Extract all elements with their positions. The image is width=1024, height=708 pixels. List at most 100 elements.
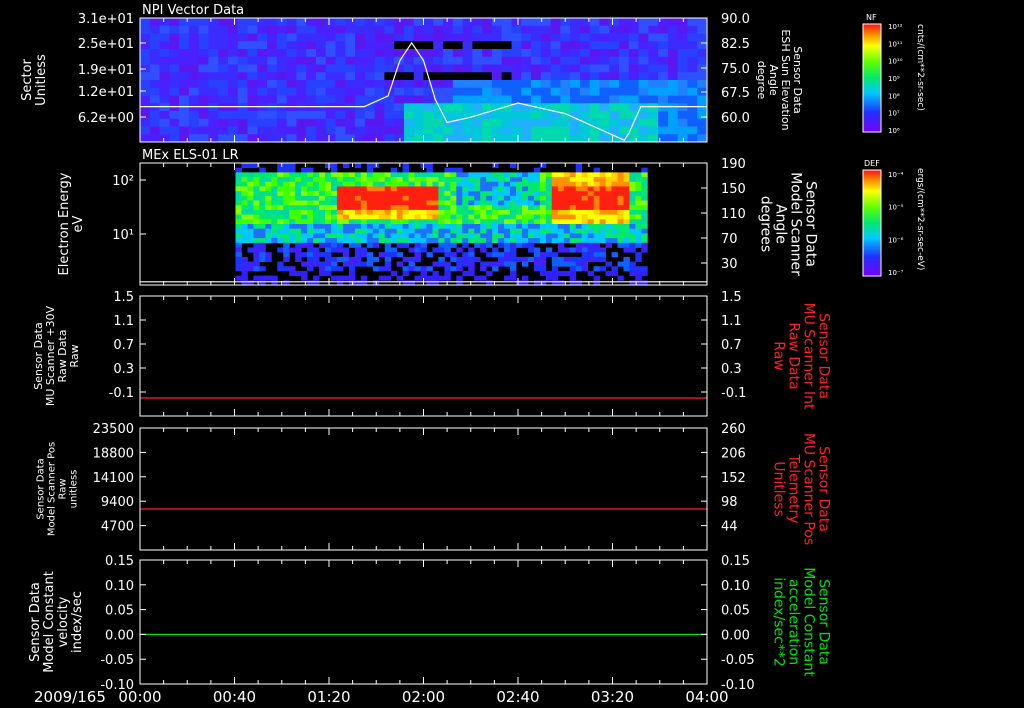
heat-cell	[423, 25, 434, 34]
heat-cell	[336, 191, 344, 197]
heat-cell	[550, 95, 561, 104]
heat-cell	[259, 224, 266, 230]
heat-cell	[486, 219, 493, 225]
heat-cell	[384, 118, 395, 127]
heat-cell	[450, 195, 457, 201]
heat-cell	[227, 126, 239, 135]
heat-cell	[492, 238, 499, 244]
heat-cell	[521, 111, 532, 120]
heat-cell	[276, 126, 288, 135]
heat-cell	[366, 261, 374, 267]
heat-cell	[277, 167, 284, 173]
heat-cell	[486, 191, 493, 197]
heat-cell	[510, 261, 517, 267]
heat-cell	[426, 186, 433, 192]
heat-cell	[390, 191, 398, 197]
heat-cell	[413, 33, 424, 42]
heat-cell	[414, 200, 421, 206]
heat-cell	[360, 209, 368, 216]
heat-cell	[227, 95, 239, 104]
x-tick-label: 02:00	[402, 688, 445, 706]
heat-cell	[296, 103, 307, 112]
heat-cell	[611, 219, 618, 225]
heat-cell	[539, 266, 547, 272]
heat-cell	[587, 195, 594, 201]
heat-cell	[235, 219, 242, 225]
heat-cell	[551, 209, 559, 216]
heat-cell	[159, 64, 170, 73]
heat-cell	[482, 49, 493, 58]
heat-cell	[366, 195, 374, 201]
heat-cell	[638, 95, 649, 104]
heat-cell	[390, 200, 398, 206]
y-tick-label-right: 98	[721, 495, 738, 510]
heat-cell	[378, 228, 386, 234]
heat-cell	[480, 261, 487, 267]
heat-cell	[286, 49, 297, 58]
y-tick-label-right: 75.0	[721, 62, 750, 77]
heat-cell	[531, 134, 542, 142]
heat-cell	[253, 177, 260, 183]
heat-cell	[235, 266, 242, 272]
heat-cell	[697, 111, 707, 120]
heat-cell	[557, 224, 565, 230]
heat-cell	[336, 186, 344, 192]
heat-cell	[286, 41, 297, 50]
heat-cell	[511, 95, 522, 104]
heat-cell	[218, 41, 229, 50]
heat-cell	[648, 111, 659, 120]
heat-cell	[390, 270, 398, 277]
heat-cell	[426, 252, 433, 258]
heat-cell	[527, 233, 535, 239]
heat-cell	[452, 56, 464, 65]
heat-cell	[360, 191, 368, 197]
heat-cell	[599, 118, 610, 127]
heat-cell	[462, 261, 469, 267]
heat-cell	[511, 33, 522, 42]
heat-cell	[366, 167, 374, 173]
heat-cell	[325, 103, 337, 112]
heat-cell	[658, 41, 669, 50]
heat-cell	[325, 134, 337, 142]
heat-cell	[330, 256, 338, 262]
heat-cell	[342, 247, 350, 253]
heat-cell	[462, 209, 469, 216]
heat-cell	[372, 242, 380, 248]
heat-cell	[345, 95, 356, 104]
heat-cell	[247, 181, 254, 187]
heat-cell	[581, 219, 589, 225]
heat-cell	[348, 181, 356, 187]
heat-cell	[438, 209, 445, 216]
heat-cell	[563, 214, 571, 220]
heat-cell	[587, 252, 594, 258]
heat-cell	[510, 252, 517, 258]
heat-cell	[140, 33, 151, 42]
heat-cell	[366, 214, 374, 220]
heat-cell	[599, 219, 606, 225]
heat-cell	[307, 205, 314, 211]
heat-cell	[301, 214, 308, 220]
heat-cell	[364, 64, 376, 73]
heat-cell	[540, 64, 552, 73]
heat-cell	[468, 256, 475, 262]
heat-cell	[169, 103, 180, 112]
heat-cell	[301, 167, 308, 173]
heat-cell	[423, 95, 434, 104]
heat-cell	[623, 205, 630, 211]
heat-cell	[374, 126, 385, 135]
heat-cell	[593, 252, 600, 258]
heat-cell	[218, 95, 229, 104]
heat-cell	[345, 103, 356, 112]
heat-cell	[342, 195, 350, 201]
heat-cell	[629, 200, 636, 206]
heat-cell	[289, 219, 296, 225]
heat-cell	[267, 103, 278, 112]
heat-cell	[638, 111, 649, 120]
heat-cell	[510, 214, 517, 220]
heat-cell	[623, 195, 630, 201]
heat-cell	[237, 25, 249, 34]
heat-cell	[599, 224, 606, 230]
heat-cell	[140, 103, 151, 112]
heat-cell	[276, 25, 288, 34]
heat-cell	[443, 33, 454, 42]
